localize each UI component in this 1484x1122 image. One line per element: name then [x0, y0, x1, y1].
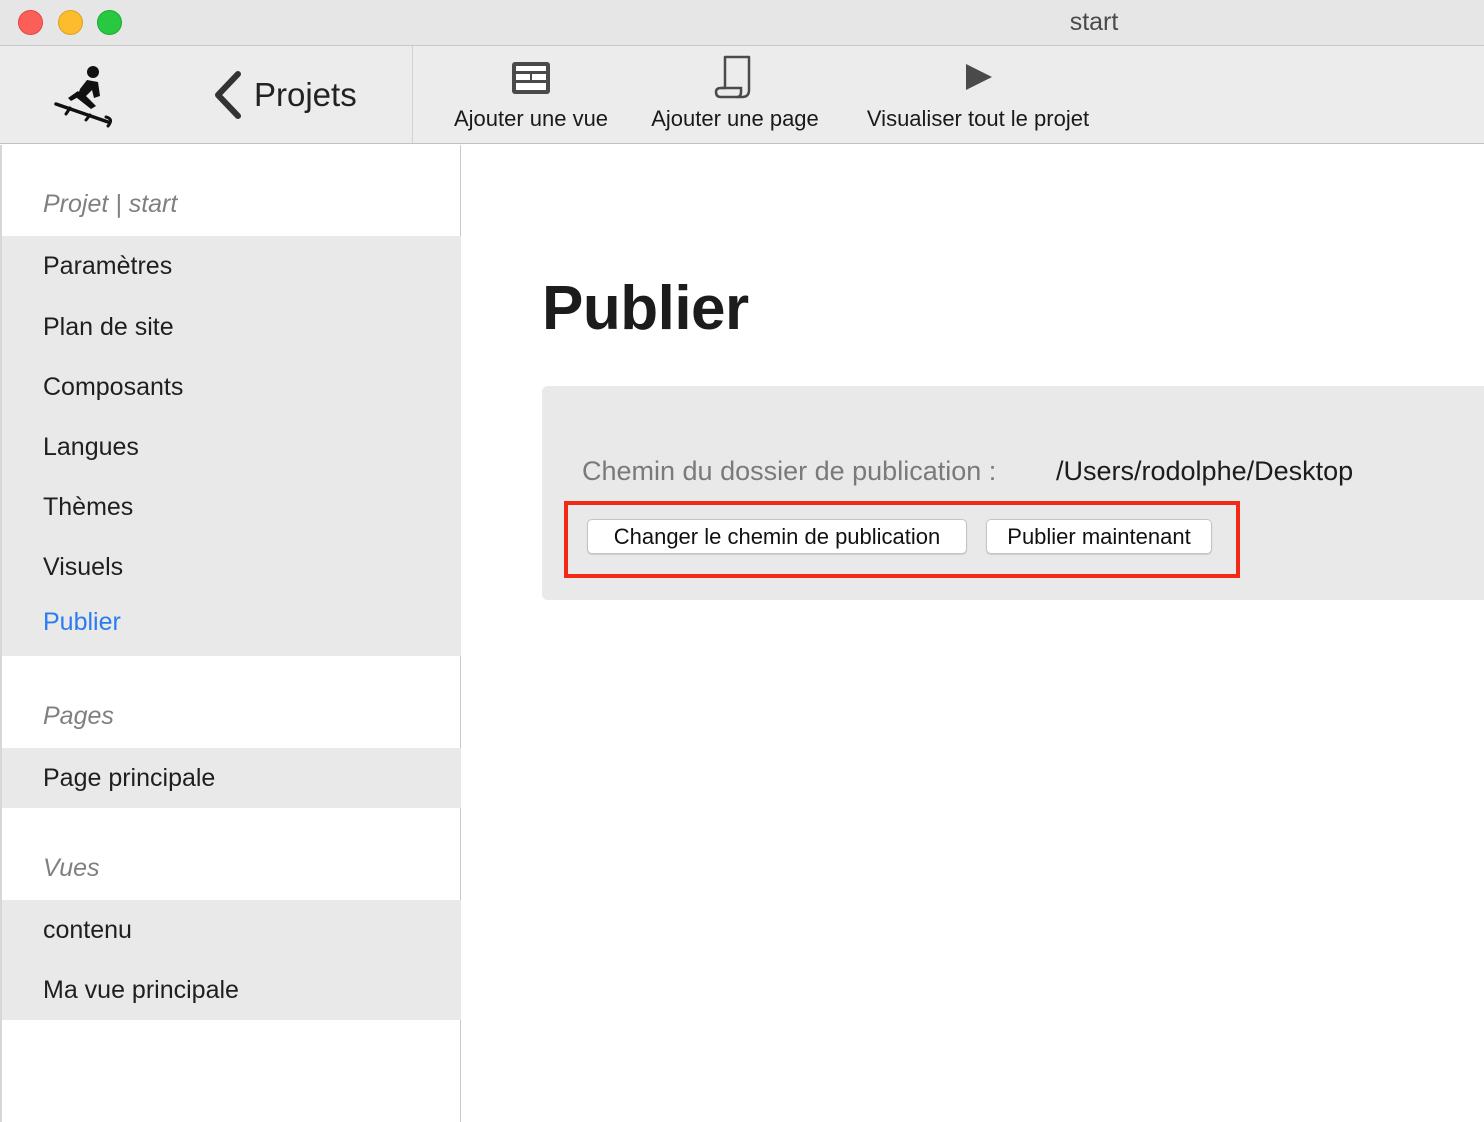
toolbar: Projets Ajouter une vue Ajouter une page	[0, 46, 1484, 144]
views-nav-group: contenu Ma vue principale	[2, 900, 461, 1020]
chevron-left-icon	[215, 71, 241, 119]
project-nav-group: Paramètres Plan de site Composants Langu…	[2, 236, 461, 656]
project-section-header: Projet | start	[43, 190, 178, 218]
back-button-label: Projets	[254, 76, 357, 113]
pages-nav-group: Page principale	[2, 748, 461, 808]
app-window: start Projets Ajouter une vue Ajouter un…	[0, 0, 1484, 1122]
sidebar-item-themes[interactable]: Thèmes	[2, 477, 461, 537]
sidebar-item-contenu[interactable]: contenu	[2, 900, 461, 960]
toolbar-divider	[412, 46, 413, 143]
publish-path-label: Chemin du dossier de publication :	[582, 456, 997, 486]
close-window-button[interactable]	[18, 10, 43, 35]
sledder-logo-icon	[54, 66, 113, 128]
sidebar-item-composants[interactable]: Composants	[2, 357, 461, 417]
publish-now-button[interactable]: Publier maintenant	[986, 519, 1212, 554]
sidebar-item-publier[interactable]: Publier	[2, 597, 461, 656]
view-layout-icon	[512, 62, 550, 94]
publish-path-value: /Users/rodolphe/Desktop	[1056, 456, 1354, 486]
add-page-label: Ajouter une page	[651, 106, 819, 131]
sidebar-item-ma-vue-principale[interactable]: Ma vue principale	[2, 960, 461, 1020]
sidebar-item-plan-de-site[interactable]: Plan de site	[2, 297, 461, 357]
back-to-projects-button[interactable]: Projets	[210, 70, 357, 120]
sidebar-item-visuels[interactable]: Visuels	[2, 537, 461, 597]
views-section-header: Vues	[43, 854, 100, 882]
add-view-label: Ajouter une vue	[453, 106, 609, 131]
sidebar-item-langues[interactable]: Langues	[2, 417, 461, 477]
sidebar: Projet | start Paramètres Plan de site C…	[0, 145, 461, 1122]
change-publish-path-button[interactable]: Changer le chemin de publication	[587, 519, 967, 554]
pages-section-header: Pages	[43, 702, 114, 730]
publish-settings-panel: Chemin du dossier de publication : /User…	[542, 386, 1484, 600]
main-content: Publier Chemin du dossier de publication…	[462, 145, 1484, 1122]
page-scroll-icon	[714, 55, 751, 99]
preview-project-button[interactable]: Visualiser tout le projet	[852, 54, 1104, 132]
zoom-window-button[interactable]	[97, 10, 122, 35]
add-page-button[interactable]: Ajouter une page	[642, 54, 828, 132]
play-icon	[966, 64, 992, 90]
preview-project-label: Visualiser tout le projet	[866, 106, 1090, 131]
page-title: Publier	[542, 274, 749, 343]
sidebar-item-page-principale[interactable]: Page principale	[2, 748, 461, 808]
title-bar: start	[0, 0, 1484, 46]
add-view-button[interactable]: Ajouter une vue	[446, 54, 616, 132]
sidebar-item-parametres[interactable]: Paramètres	[2, 236, 461, 297]
minimize-window-button[interactable]	[58, 10, 83, 35]
window-title: start	[1069, 8, 1119, 36]
